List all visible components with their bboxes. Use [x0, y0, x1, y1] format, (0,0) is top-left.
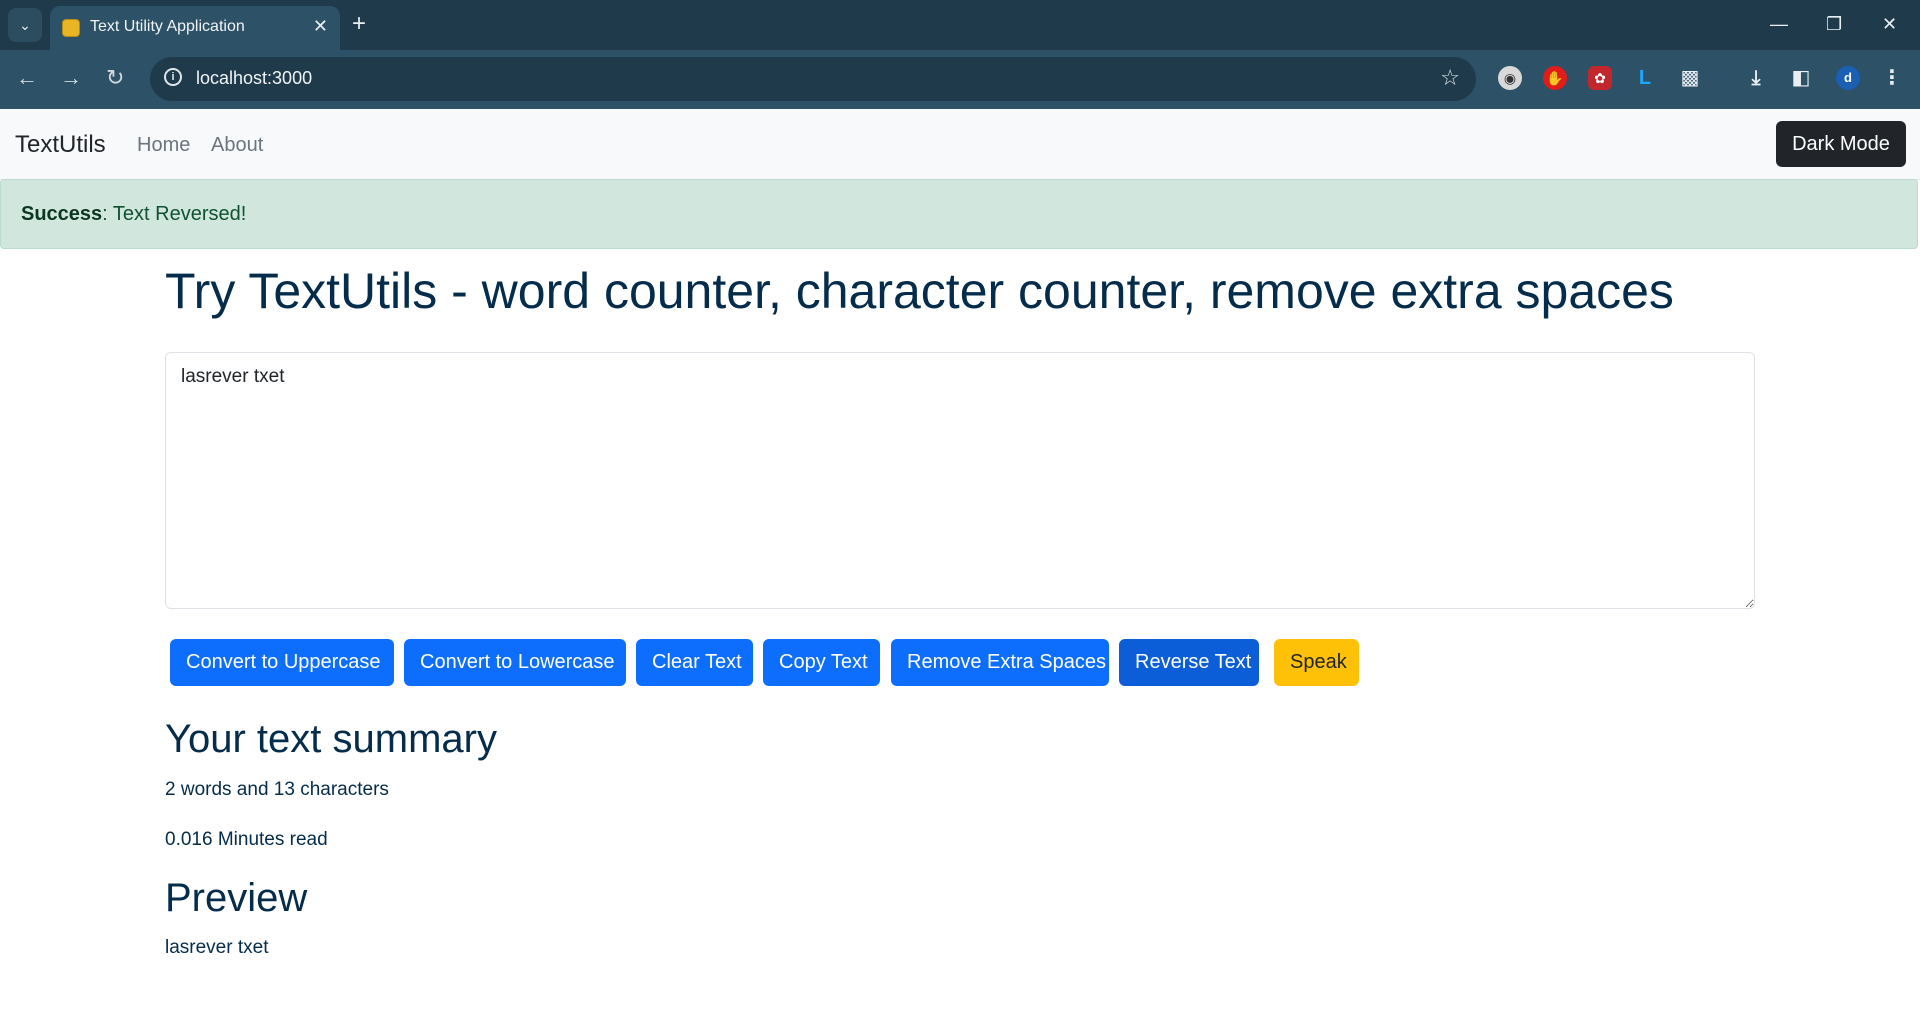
reload-icon[interactable]: ↻ — [106, 64, 124, 92]
summary-heading: Your text summary — [165, 717, 497, 761]
page-title: Try TextUtils - word counter, character … — [165, 263, 1674, 319]
preview-text: lasrever txet — [165, 937, 269, 958]
forward-icon[interactable]: → — [60, 64, 82, 92]
address-bar[interactable]: i localhost:3000 ☆ — [150, 57, 1476, 101]
nav-link-about[interactable]: About — [211, 134, 263, 157]
browser-tab-bar: ⌄ Text Utility Application ✕ + — ❐ ✕ — [0, 0, 1920, 50]
url-text[interactable]: localhost:3000 — [196, 68, 312, 89]
tab-title: Text Utility Application — [90, 18, 245, 35]
profile-avatar-icon[interactable]: d — [1836, 66, 1860, 90]
new-tab-icon[interactable]: + — [352, 10, 366, 38]
menu-kebab-icon[interactable]: ⋮ — [1880, 66, 1904, 90]
bookmark-star-icon[interactable]: ☆ — [1440, 65, 1460, 91]
word-char-count: 2 words and 13 characters — [165, 779, 389, 800]
read-time: 0.016 Minutes read — [165, 829, 328, 850]
extensions-puzzle-icon[interactable]: ▩ — [1678, 66, 1702, 90]
alert-type-label: Success — [21, 203, 103, 225]
site-info-icon[interactable]: i — [164, 68, 182, 86]
side-panel-icon[interactable]: ◧ — [1789, 66, 1813, 90]
chevron-down-icon: ⌄ — [19, 16, 31, 33]
dark-mode-button[interactable]: Dark Mode — [1776, 121, 1906, 167]
text-input-area[interactable] — [165, 352, 1755, 609]
download-icon[interactable]: ⤓ — [1744, 66, 1768, 90]
alert-text: : Text Reversed! — [102, 203, 247, 225]
browser-toolbar: ← → ↻ i localhost:3000 ☆ ◉ ✋ ✿ L ▩ ⤓ ◧ d… — [0, 50, 1920, 109]
remove-extra-spaces-button[interactable]: Remove Extra Spaces — [891, 639, 1109, 686]
success-alert: Success: Text Reversed! — [0, 179, 1918, 249]
speak-button[interactable]: Speak — [1274, 639, 1359, 686]
reverse-text-button[interactable]: Reverse Text — [1119, 639, 1259, 686]
extension-l-icon[interactable]: L — [1633, 66, 1657, 90]
lowercase-button[interactable]: Convert to Lowercase — [404, 639, 626, 686]
brand-logo[interactable]: TextUtils — [15, 131, 106, 159]
extension-eyes-icon[interactable]: ◉ — [1498, 66, 1522, 90]
preview-heading: Preview — [165, 876, 308, 920]
clear-text-button[interactable]: Clear Text — [636, 639, 753, 686]
alert-message: Success: Text Reversed! — [21, 203, 246, 226]
uppercase-button[interactable]: Convert to Uppercase — [170, 639, 394, 686]
app-navbar: TextUtils Home About Dark Mode — [0, 109, 1920, 180]
favicon-icon — [62, 19, 80, 37]
close-window-icon[interactable]: ✕ — [1882, 10, 1897, 38]
extension-adblock-icon[interactable]: ✋ — [1543, 66, 1567, 90]
tab-search-button[interactable]: ⌄ — [8, 8, 42, 42]
copy-text-button[interactable]: Copy Text — [763, 639, 880, 686]
close-tab-icon[interactable]: ✕ — [313, 16, 328, 37]
restore-icon[interactable]: ❐ — [1826, 10, 1842, 38]
back-icon[interactable]: ← — [16, 64, 38, 92]
nav-link-home[interactable]: Home — [137, 134, 190, 157]
browser-tab[interactable]: Text Utility Application ✕ — [50, 6, 340, 50]
minimize-icon[interactable]: — — [1770, 10, 1788, 38]
extension-red-icon[interactable]: ✿ — [1588, 66, 1612, 90]
